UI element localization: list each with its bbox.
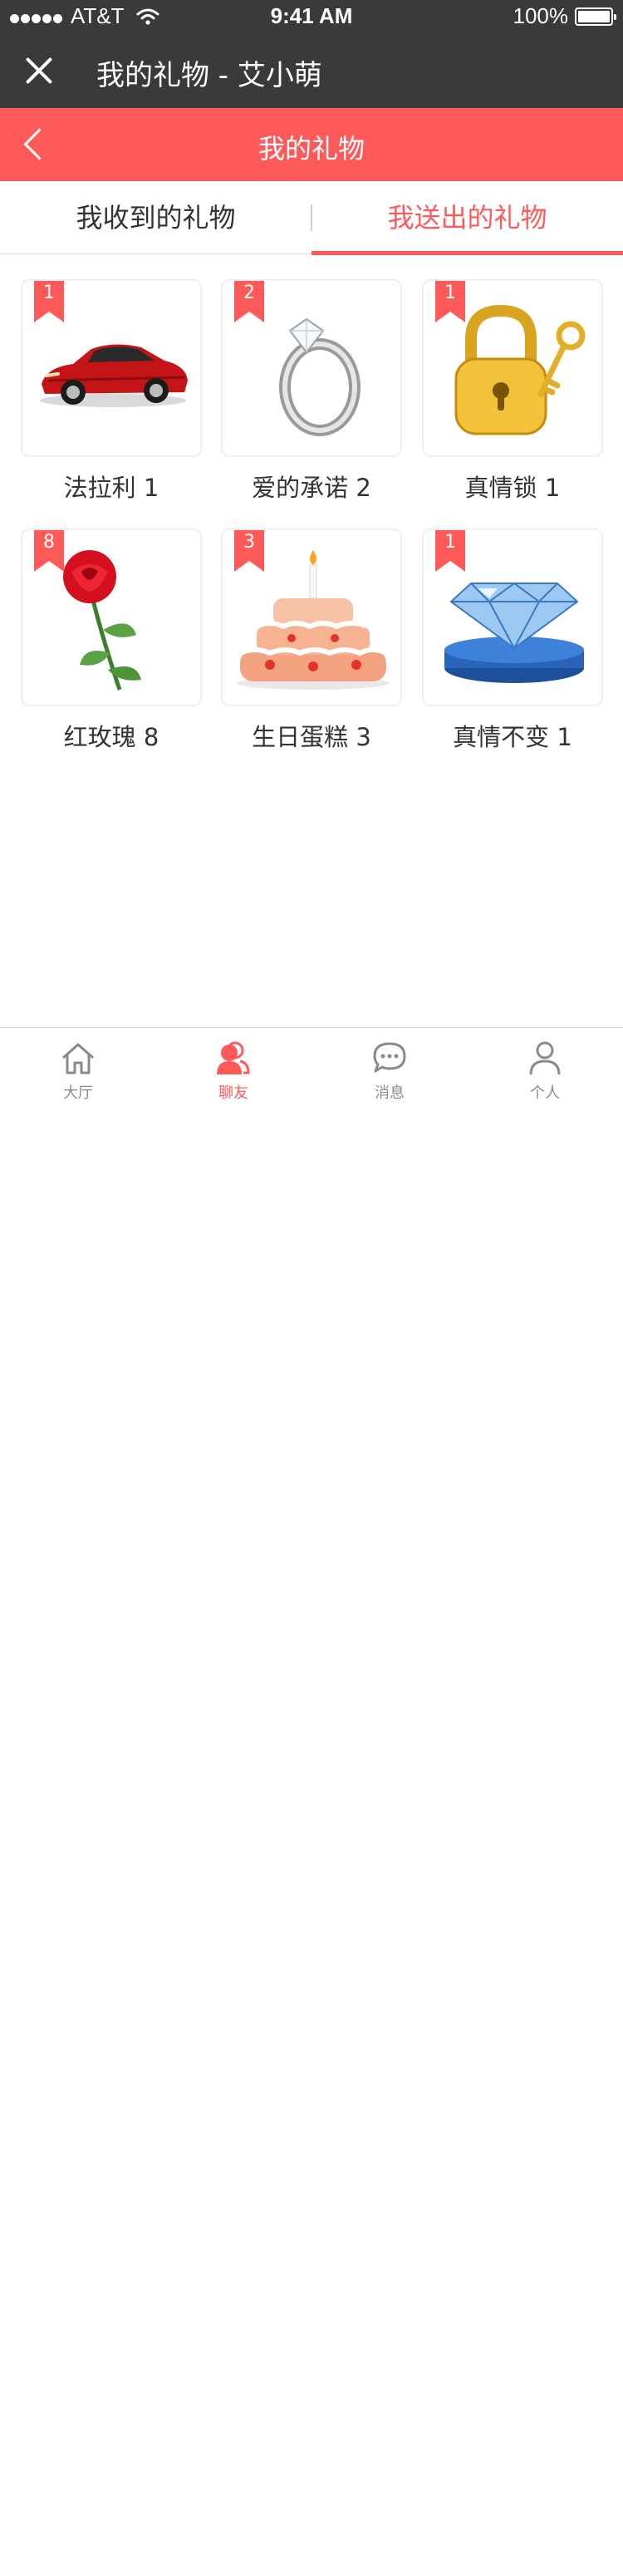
friends-icon [217, 1041, 250, 1074]
tab-bar-item-friends[interactable]: 聊友 [155, 1028, 312, 1111]
battery-icon [575, 7, 616, 26]
battery-percent: 100% [513, 3, 569, 28]
gift-card[interactable]: 1 [21, 279, 202, 457]
diamond-ring-icon [279, 317, 361, 436]
bottom-tab-bar: 大厅 聊友 消息 个人 [0, 1027, 623, 1110]
diamond-icon [444, 582, 584, 683]
tab-bar-label: 消息 [375, 1084, 405, 1102]
gift-label: 真情不变 1 [453, 723, 572, 751]
rose-icon [63, 550, 141, 691]
tab-bar-item-hall[interactable]: 大厅 [0, 1028, 156, 1111]
person-icon [529, 1041, 561, 1075]
page-title: 我的礼物 [258, 133, 365, 165]
gift-card[interactable]: 2 [221, 279, 402, 457]
title-bar: 我的礼物 - 艾小萌 [0, 33, 623, 108]
gift-card[interactable]: 3 [221, 528, 402, 706]
sports-car-icon [40, 344, 188, 407]
gift-item[interactable]: 1 法拉利 1 [21, 279, 202, 504]
tab-bar-label: 聊友 [218, 1084, 248, 1102]
padlock-key-icon [454, 304, 586, 435]
page-header: 我的礼物 [0, 108, 623, 181]
tab-received-gifts[interactable]: 我收到的礼物 [0, 181, 312, 254]
tab-sent-gifts[interactable]: 我送出的礼物 [312, 181, 623, 255]
birthday-cake-icon [237, 550, 390, 690]
gift-tabs: 我收到的礼物 我送出的礼物 [0, 181, 623, 255]
gift-item[interactable]: 1 真情不变 1 [422, 528, 603, 753]
close-icon[interactable] [20, 52, 58, 90]
home-icon [62, 1043, 94, 1074]
gift-label: 生日蛋糕 3 [252, 723, 371, 751]
gift-card[interactable]: 1 [422, 528, 603, 706]
gift-card[interactable]: 8 [21, 528, 202, 706]
gift-card[interactable]: 1 [422, 279, 603, 457]
gift-label: 爱的承诺 2 [252, 474, 371, 502]
tab-bar-label: 个人 [530, 1084, 560, 1102]
tab-bar-item-profile[interactable]: 个人 [467, 1028, 623, 1111]
gift-item[interactable]: 3 生日蛋糕 3 [221, 528, 402, 753]
message-icon [373, 1042, 406, 1073]
status-bar: AT&T 9:41 AM 100% [0, 0, 623, 33]
gift-label: 法拉利 1 [63, 474, 159, 502]
gift-label: 真情锁 1 [464, 474, 561, 502]
tab-bar-label: 大厅 [63, 1084, 93, 1102]
gift-item[interactable]: 8 红玫瑰 8 [21, 528, 202, 753]
gift-item[interactable]: 1 真情锁 1 [422, 279, 603, 504]
status-right: 100% [513, 3, 616, 29]
gift-item[interactable]: 2 爱的承诺 2 [221, 279, 402, 504]
window-title: 我的礼物 - 艾小萌 [96, 59, 322, 92]
gift-label: 红玫瑰 8 [63, 723, 159, 751]
tab-bar-item-messages[interactable]: 消息 [312, 1028, 468, 1111]
